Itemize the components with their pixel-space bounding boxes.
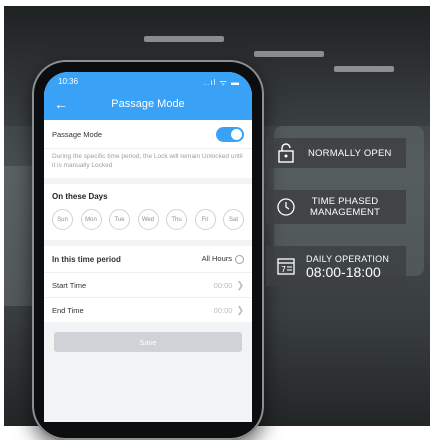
time-period-title: In this time period (52, 254, 121, 264)
unlocked-padlock-icon (274, 141, 298, 165)
end-time-value: 00:00 (213, 305, 233, 315)
save-button[interactable]: Save (54, 332, 242, 352)
time-period-row: In this time period All Hours (44, 246, 252, 272)
calendar-icon: 7 (274, 254, 298, 278)
start-time-row[interactable]: Start Time 00:00 ❯ (44, 272, 252, 297)
feature-text: DAILY OPERATION 08:00-18:00 (306, 253, 389, 279)
day-tue[interactable]: Tue (109, 209, 130, 230)
passage-mode-toggle[interactable] (216, 126, 244, 142)
passage-mode-row: Passage Mode (44, 120, 252, 148)
feature-text: TIME PHASED MANAGEMENT (310, 196, 380, 218)
page-title: Passage Mode (111, 98, 185, 110)
feature-normally-open: NORMALLY OPEN (266, 138, 406, 168)
passage-mode-label: Passage Mode (52, 129, 103, 139)
all-hours-option[interactable]: All Hours (202, 254, 244, 264)
day-fri[interactable]: Fri (194, 209, 216, 230)
passage-mode-description: During the specific time period, the Loc… (44, 148, 252, 178)
day-selector: Sun Mon Tue Wed Thu Fri Sat (44, 205, 252, 240)
all-hours-label: All Hours (201, 254, 232, 264)
start-time-value: 00:00 (213, 280, 233, 290)
app-header: 10:36 ..ıl ᯤ ▬ ← Passage Mode (44, 72, 252, 120)
day-thu[interactable]: Thu (166, 209, 187, 230)
ceiling-light (334, 66, 394, 72)
clock-icon (274, 195, 298, 219)
feature-time-phased: TIME PHASED MANAGEMENT (266, 190, 406, 224)
feature-label: NORMALLY OPEN (308, 147, 392, 159)
feature-time-range: 08:00-18:00 (306, 264, 381, 280)
start-time-label: Start Time (52, 280, 87, 290)
day-sat[interactable]: Sat (223, 209, 244, 230)
end-time-label: End Time (52, 305, 84, 315)
status-time: 10:36 (58, 77, 79, 86)
feature-label: MANAGEMENT (310, 207, 381, 218)
day-wed[interactable]: Wed (137, 209, 159, 230)
day-sun[interactable]: Sun (52, 209, 73, 230)
ceiling-light (254, 51, 324, 57)
feature-label: TIME PHASED (311, 196, 379, 207)
chevron-right-icon: ❯ (236, 279, 244, 290)
ceiling-light (144, 36, 224, 42)
chevron-right-icon: ❯ (236, 304, 244, 315)
day-mon[interactable]: Mon (80, 209, 102, 230)
phone-screen: 10:36 ..ıl ᯤ ▬ ← Passage Mode Passage Mo… (44, 72, 252, 422)
all-hours-radio[interactable] (235, 254, 244, 264)
svg-text:7: 7 (281, 265, 286, 274)
feature-daily-operation: 7 DAILY OPERATION 08:00-18:00 (266, 246, 406, 286)
status-icons: ..ıl ᯤ ▬ (203, 78, 240, 87)
end-time-row[interactable]: End Time 00:00 ❯ (44, 297, 252, 322)
days-section-title: On these Days (44, 184, 252, 205)
